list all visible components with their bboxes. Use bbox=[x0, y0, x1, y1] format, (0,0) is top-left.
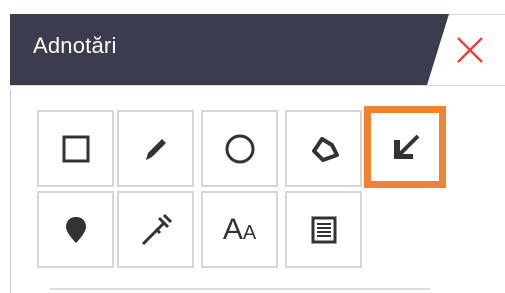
map-pin-icon bbox=[65, 216, 86, 243]
bottom-divider bbox=[50, 288, 430, 290]
panel-left-border bbox=[10, 90, 11, 293]
panel-title: Adnotări bbox=[33, 33, 117, 58]
circle-outline-icon bbox=[225, 134, 254, 163]
close-button[interactable] bbox=[450, 30, 490, 70]
arrow-down-left-icon bbox=[394, 134, 420, 159]
text-tool-button[interactable]: AA bbox=[201, 191, 278, 268]
note-list-icon bbox=[311, 216, 336, 243]
text-glyph-big: A bbox=[222, 212, 243, 246]
note-tool-button[interactable] bbox=[285, 191, 362, 268]
pencil-icon bbox=[145, 138, 166, 160]
text-aa-icon: AA bbox=[203, 193, 276, 266]
close-x-icon bbox=[457, 37, 483, 63]
arrow-tool-button[interactable] bbox=[364, 106, 446, 188]
square-outline-icon bbox=[62, 135, 89, 162]
rectangle-tool-button[interactable] bbox=[37, 110, 114, 187]
caliper-icon bbox=[141, 213, 172, 245]
polygon-tool-button[interactable] bbox=[285, 110, 362, 187]
text-glyph-small: A bbox=[242, 222, 257, 244]
measure-tool-button[interactable] bbox=[117, 191, 194, 268]
marker-tool-button[interactable] bbox=[37, 191, 114, 268]
polygon-outline-icon bbox=[311, 136, 339, 162]
circle-tool-button[interactable] bbox=[201, 110, 278, 187]
pencil-tool-button[interactable] bbox=[117, 110, 194, 187]
